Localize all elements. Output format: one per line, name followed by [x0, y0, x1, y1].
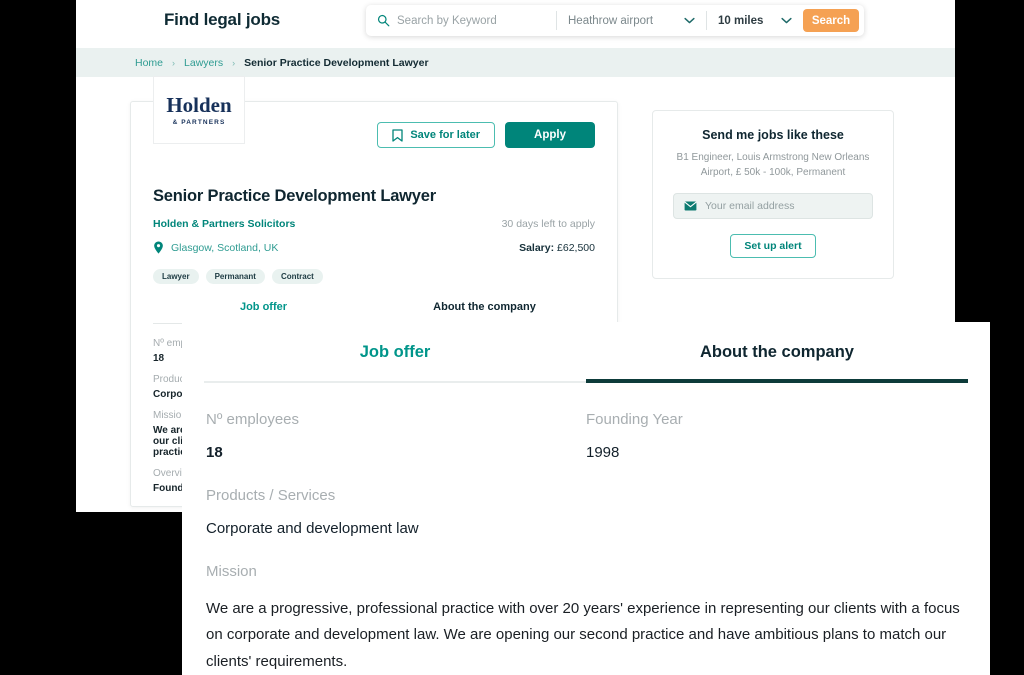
chevron-down-icon — [781, 17, 792, 24]
company-info-overlay: Job offer About the company Nº employees… — [182, 322, 990, 675]
job-title: Senior Practice Development Lawyer — [153, 187, 436, 205]
job-location: Glasgow, Scotland, UK — [153, 241, 278, 254]
company-row: Holden & Partners Solicitors 30 days lef… — [153, 218, 595, 230]
products-services-field: Products / Services Corporate and develo… — [206, 487, 966, 537]
products-services-value: Corporate and development law — [206, 520, 419, 537]
company-name[interactable]: Holden & Partners Solicitors — [153, 218, 295, 230]
founding-year-field: Founding Year 1998 — [586, 411, 966, 461]
job-tag: Lawyer — [153, 269, 199, 284]
email-input[interactable]: Your email address — [705, 200, 795, 212]
company-logo: Holden & PARTNERS — [153, 76, 245, 144]
company-logo-name: Holden — [166, 92, 232, 117]
days-left: 30 days left to apply — [501, 218, 595, 230]
job-location-label: Glasgow, Scotland, UK — [171, 241, 279, 254]
location-row: Glasgow, Scotland, UK Salary: £62,500 — [153, 241, 595, 254]
location-value: Heathrow airport — [568, 14, 654, 27]
overlay-tab-job-offer[interactable]: Job offer — [204, 343, 586, 383]
save-for-later-button[interactable]: Save for later — [377, 122, 496, 148]
job-card-actions: Save for later Apply — [377, 122, 595, 148]
background-tabs: Job offer About the company — [153, 301, 595, 324]
employees-field: Nº employees 18 — [206, 411, 586, 461]
radius-select[interactable]: 10 miles — [707, 5, 803, 36]
salary: Salary: £62,500 — [519, 242, 595, 254]
salary-label: Salary: — [519, 241, 555, 254]
salary-value: £62,500 — [557, 241, 595, 254]
breadcrumb-item-lawyers[interactable]: Lawyers — [184, 57, 223, 69]
envelope-icon — [684, 201, 697, 211]
mission-value: We are a progressive, professional pract… — [206, 600, 960, 670]
breadcrumb-separator: › — [232, 57, 236, 68]
set-up-alert-button[interactable]: Set up alert — [730, 234, 816, 258]
overlay-tab-about-the-company-label: About the company — [699, 343, 854, 361]
founding-year-label: Founding Year — [586, 411, 683, 428]
search-input[interactable]: Search by Keyword — [397, 15, 497, 27]
job-tag: Permanant — [205, 269, 265, 284]
search-bar: Search by Keyword Heathrow airport 10 mi… — [366, 5, 864, 36]
site-header: Find legal jobs Search by Keyword Heathr… — [76, 0, 955, 48]
map-pin-icon — [154, 241, 163, 254]
alert-subtitle: B1 Engineer, Louis Armstrong New Orleans… — [676, 152, 870, 178]
employees-label: Nº employees — [206, 411, 300, 428]
chevron-down-icon — [684, 17, 695, 24]
overlay-body: Nº employees 18 Founding Year 1998 Produ… — [182, 383, 990, 675]
products-services-label: Products / Services — [206, 487, 336, 504]
overlay-tabs: Job offer About the company — [204, 343, 968, 383]
job-tags: Lawyer Permanant Contract — [153, 269, 595, 284]
employees-value: 18 — [206, 444, 223, 461]
mission-label: Mission — [206, 563, 257, 580]
site-brand: Find legal jobs — [164, 10, 281, 29]
founding-year-value: 1998 — [586, 444, 620, 461]
job-tag: Contract — [271, 269, 323, 284]
email-field[interactable]: Your email address — [673, 193, 873, 219]
mission-field: Mission We are a progressive, profession… — [206, 563, 966, 675]
job-alert-card: Send me jobs like these B1 Engineer, Lou… — [652, 110, 894, 279]
tab-job-offer[interactable]: Job offer — [153, 301, 374, 324]
overlay-tab-job-offer-label: Job offer — [359, 343, 431, 361]
radius-value: 10 miles — [718, 14, 764, 27]
apply-button[interactable]: Apply — [505, 122, 595, 148]
save-for-later-label: Save for later — [410, 129, 481, 141]
search-keyword-group[interactable]: Search by Keyword — [366, 5, 556, 36]
bookmark-icon — [392, 128, 403, 142]
overlay-stats-grid: Nº employees 18 Founding Year 1998 — [206, 411, 966, 461]
company-logo-subtitle: & PARTNERS — [172, 118, 226, 126]
breadcrumb-separator: › — [172, 57, 176, 68]
breadcrumb-item-home[interactable]: Home — [135, 57, 163, 69]
overlay-tab-about-the-company[interactable]: About the company — [586, 343, 968, 383]
search-button[interactable]: Search — [803, 9, 859, 32]
search-icon — [377, 14, 390, 27]
screenshot-stage: Find legal jobs Search by Keyword Heathr… — [0, 0, 1024, 675]
location-select[interactable]: Heathrow airport — [557, 5, 706, 36]
breadcrumb: Home › Lawyers › Senior Practice Develop… — [76, 48, 955, 77]
alert-title: Send me jobs like these — [702, 128, 844, 142]
tab-about-the-company[interactable]: About the company — [374, 301, 595, 324]
breadcrumb-item-current: Senior Practice Development Lawyer — [244, 56, 429, 69]
background-body: Holden & PARTNERS Save for later Apply S… — [76, 76, 955, 507]
